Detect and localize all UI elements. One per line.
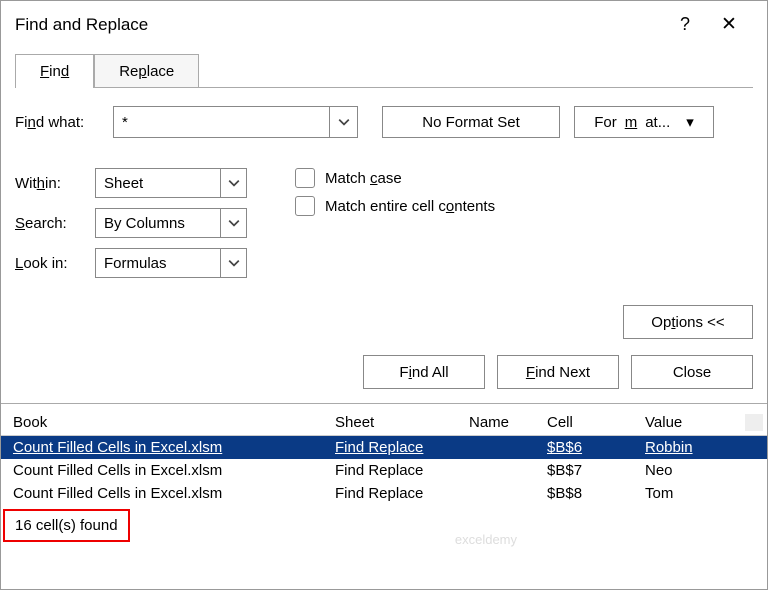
options-button[interactable]: Options <<	[623, 305, 753, 339]
find-what-input[interactable]	[114, 110, 329, 135]
close-icon[interactable]: ✕	[707, 13, 751, 36]
chevron-down-icon	[220, 209, 246, 237]
lookin-select[interactable]: Formulas	[95, 248, 247, 278]
chevron-down-icon	[220, 249, 246, 277]
lookin-value: Formulas	[104, 255, 220, 272]
format-button[interactable]: Format... ▾	[574, 106, 714, 138]
cell-book: Count Filled Cells in Excel.xlsm	[13, 439, 335, 456]
chevron-down-icon	[220, 169, 246, 197]
result-row[interactable]: Count Filled Cells in Excel.xlsm Find Re…	[1, 436, 767, 459]
no-format-set-button[interactable]: No Format Set	[382, 106, 560, 138]
cell-value: Robbin	[645, 439, 745, 456]
cell-sheet: Find Replace	[335, 485, 469, 502]
cell-value: Tom	[645, 485, 745, 502]
cell-sheet: Find Replace	[335, 462, 469, 479]
find-all-button[interactable]: Find All	[363, 355, 485, 389]
chevron-down-icon	[338, 116, 350, 128]
dialog-title: Find and Replace	[15, 15, 663, 35]
match-case-label: Match case	[325, 170, 402, 187]
cell-cell: $B$7	[547, 462, 645, 479]
find-next-button[interactable]: Find Next	[497, 355, 619, 389]
results-header: Book Sheet Name Cell Value	[1, 404, 767, 436]
scrollbar[interactable]	[745, 414, 763, 431]
cell-sheet: Find Replace	[335, 439, 469, 456]
cell-cell: $B$8	[547, 485, 645, 502]
col-book[interactable]: Book	[13, 414, 335, 431]
within-value: Sheet	[104, 175, 220, 192]
checkbox-icon	[295, 168, 315, 188]
match-case-checkbox[interactable]: Match case	[295, 168, 495, 188]
close-button[interactable]: Close	[631, 355, 753, 389]
checkbox-icon	[295, 196, 315, 216]
within-label: Within:	[15, 175, 95, 192]
help-button[interactable]: ?	[663, 14, 707, 35]
within-select[interactable]: Sheet	[95, 168, 247, 198]
col-cell[interactable]: Cell	[547, 414, 645, 431]
match-entire-checkbox[interactable]: Match entire cell contents	[295, 196, 495, 216]
lookin-label: Look in:	[15, 255, 95, 272]
cell-cell: $B$6	[547, 439, 645, 456]
search-label: Search:	[15, 215, 95, 232]
find-what-label: Find what:	[15, 114, 113, 131]
result-row[interactable]: Count Filled Cells in Excel.xlsm Find Re…	[1, 459, 767, 482]
col-name[interactable]: Name	[469, 414, 547, 431]
col-sheet[interactable]: Sheet	[335, 414, 469, 431]
watermark: exceldemy	[455, 532, 517, 547]
search-select[interactable]: By Columns	[95, 208, 247, 238]
col-value[interactable]: Value	[645, 414, 745, 431]
cell-value: Neo	[645, 462, 745, 479]
tab-replace[interactable]: Replace	[94, 54, 199, 88]
cell-book: Count Filled Cells in Excel.xlsm	[13, 462, 335, 479]
tab-find[interactable]: Find	[15, 54, 94, 88]
search-value: By Columns	[104, 215, 220, 232]
find-what-dropdown[interactable]	[329, 107, 357, 137]
match-entire-label: Match entire cell contents	[325, 198, 495, 215]
cell-book: Count Filled Cells in Excel.xlsm	[13, 485, 335, 502]
status-cells-found: 16 cell(s) found	[3, 509, 130, 542]
find-what-combo[interactable]	[113, 106, 358, 138]
result-row[interactable]: Count Filled Cells in Excel.xlsm Find Re…	[1, 482, 767, 505]
